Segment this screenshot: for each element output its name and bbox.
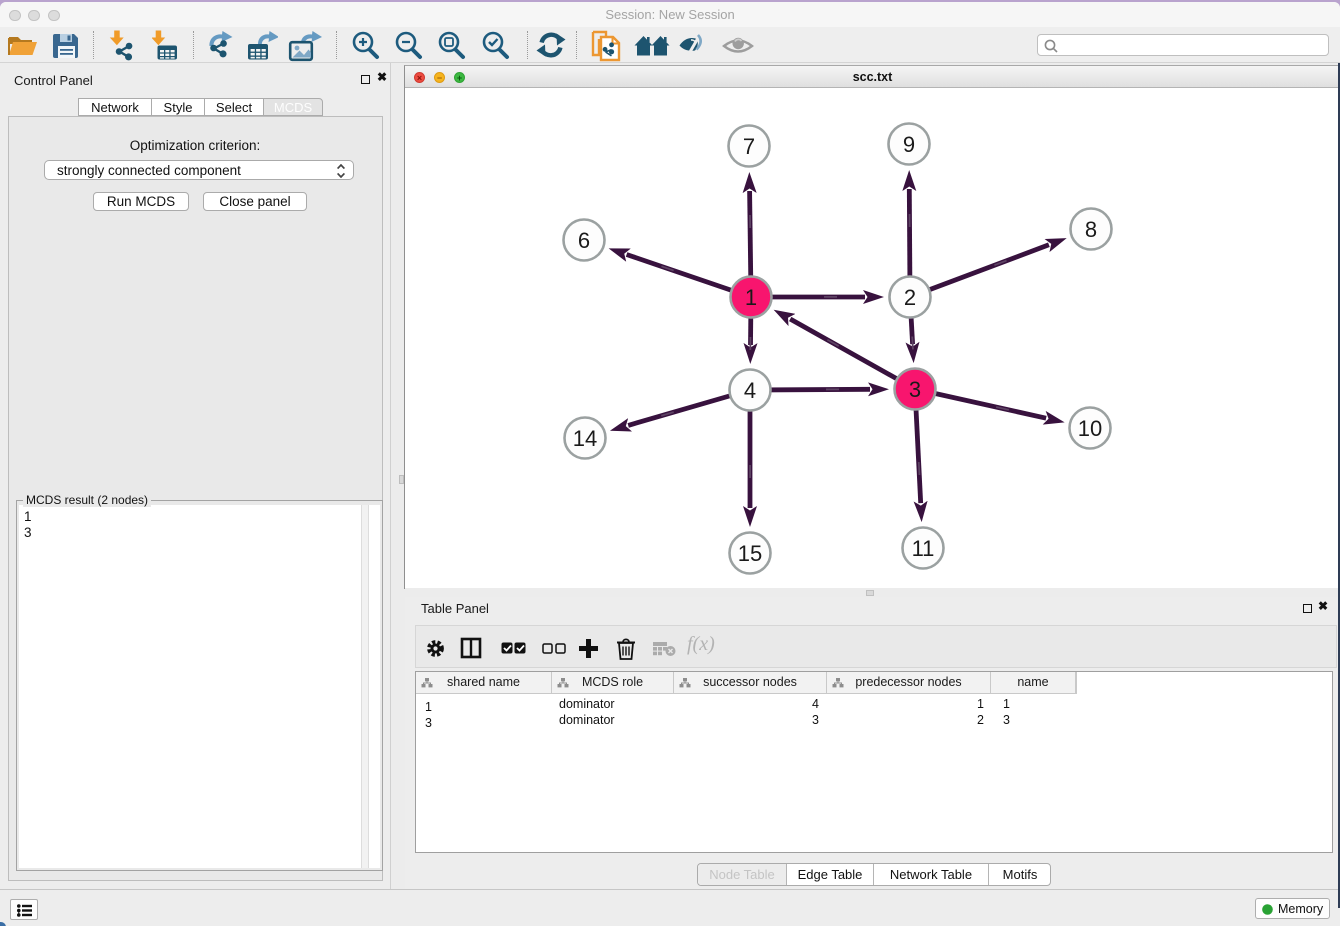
svg-text:9: 9 (903, 132, 915, 157)
svg-text:11: 11 (912, 536, 935, 561)
svg-text:8: 8 (1085, 217, 1097, 242)
svg-text:15: 15 (738, 541, 762, 566)
svg-text:3: 3 (909, 377, 921, 402)
svg-text:2: 2 (904, 285, 916, 310)
svg-text:14: 14 (573, 426, 597, 451)
svg-text:1: 1 (745, 285, 757, 310)
svg-text:4: 4 (744, 378, 756, 403)
svg-text:6: 6 (578, 228, 590, 253)
svg-text:7: 7 (743, 134, 755, 159)
svg-text:10: 10 (1078, 416, 1102, 441)
